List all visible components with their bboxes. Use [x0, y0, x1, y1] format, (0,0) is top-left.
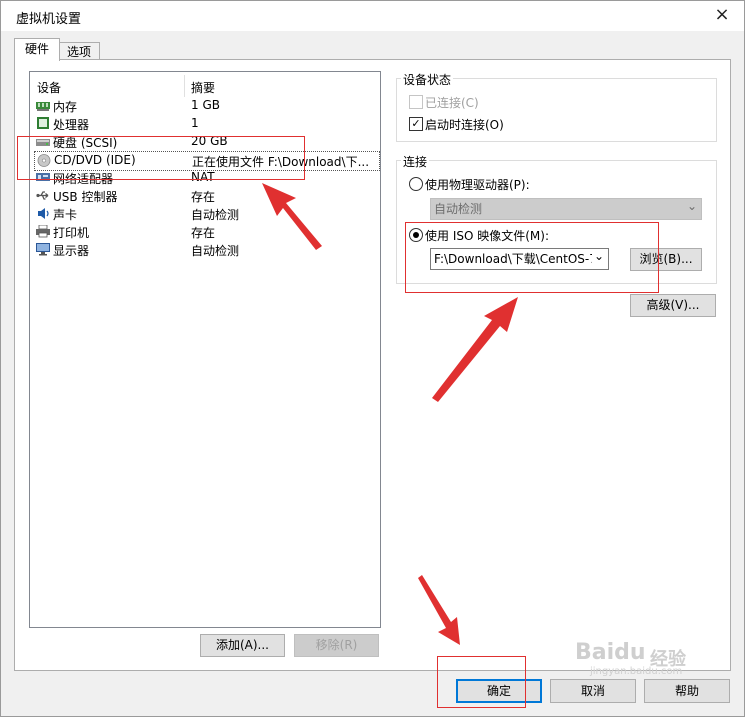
arrow-to-ok-icon — [418, 575, 460, 645]
arrow-to-cd-dvd-icon — [262, 183, 322, 250]
watermark-brand: Baidu — [575, 640, 646, 665]
annotation-arrows — [262, 183, 518, 645]
watermark-url: jingyan.baidu.com — [590, 666, 683, 677]
tab-hardware[interactable]: 硬件 — [14, 38, 60, 61]
arrow-to-iso-icon — [432, 297, 518, 402]
